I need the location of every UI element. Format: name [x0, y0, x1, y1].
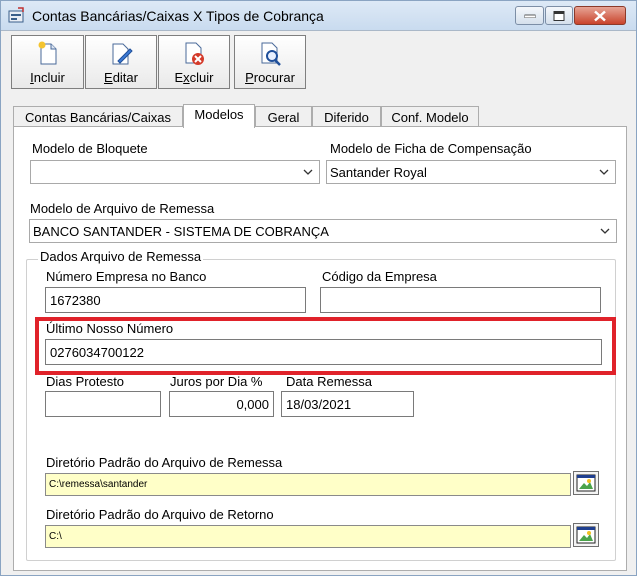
delete-document-icon: [185, 42, 204, 65]
edit-mnemonic: E: [104, 70, 113, 85]
dir-retorno-input[interactable]: C:\: [45, 525, 571, 548]
modelo-arquivo-select[interactable]: BANCO SANTANDER - SISTEMA DE COBRANÇA: [29, 219, 617, 243]
search-mnemonic: P: [245, 70, 254, 85]
search-label: rocurar: [253, 70, 295, 85]
numero-empresa-input[interactable]: 1672380: [45, 287, 306, 313]
minimize-icon: [524, 14, 535, 18]
codigo-empresa-label: Código da Empresa: [322, 269, 437, 284]
modelo-arquivo-label: Modelo de Arquivo de Remessa: [30, 201, 215, 216]
dir-retorno-label: Diretório Padrão do Arquivo de Retorno: [46, 507, 274, 522]
include-label: ncluir: [33, 70, 65, 85]
close-button[interactable]: [574, 6, 626, 25]
ultimo-nosso-numero-label: Último Nosso Número: [46, 321, 174, 336]
edit-document-icon: [112, 43, 133, 65]
maximize-button[interactable]: [545, 6, 573, 25]
edit-label: ditar: [112, 70, 138, 85]
search-button[interactable]: Procurar: [234, 35, 306, 89]
dir-remessa-input[interactable]: C:\remessa\santander: [45, 473, 571, 496]
dir-remessa-label: Diretório Padrão do Arquivo de Remessa: [46, 455, 283, 470]
delete-label: cluir: [189, 70, 214, 85]
modelo-bloquete-select[interactable]: [30, 160, 320, 184]
tab-geral[interactable]: Geral: [255, 106, 312, 127]
delete-button[interactable]: Excluir: [158, 35, 230, 89]
chevron-down-icon: [599, 169, 609, 175]
app-icon: [8, 7, 26, 25]
maximize-icon: [553, 10, 565, 21]
chevron-down-icon: [303, 169, 313, 175]
dias-protesto-input[interactable]: [45, 391, 161, 417]
new-document-icon: [38, 41, 56, 65]
tab-diferido[interactable]: Diferido: [312, 106, 381, 127]
close-icon: [594, 10, 606, 21]
delete-label-prefix: E: [174, 70, 184, 85]
tab-conf-modelo[interactable]: Conf. Modelo: [381, 106, 479, 127]
modelo-ficha-select[interactable]: Santander Royal: [326, 160, 616, 184]
minimize-button[interactable]: [515, 6, 544, 25]
codigo-empresa-input[interactable]: [320, 287, 601, 313]
tab-contas-bancarias[interactable]: Contas Bancárias/Caixas: [13, 106, 183, 127]
browse-remessa-button[interactable]: [573, 471, 599, 495]
folder-browse-icon: [576, 474, 596, 492]
search-document-icon: [261, 42, 281, 66]
numero-empresa-label: Número Empresa no Banco: [46, 269, 207, 284]
juros-dia-input[interactable]: 0,000: [169, 391, 274, 417]
window-title: Contas Bancárias/Caixas X Tipos de Cobra…: [32, 8, 324, 24]
include-button[interactable]: Incluir: [11, 35, 84, 89]
browse-retorno-button[interactable]: [573, 523, 599, 547]
modelo-bloquete-label: Modelo de Bloquete: [32, 141, 148, 156]
folder-browse-icon: [576, 526, 596, 544]
modelo-ficha-label: Modelo de Ficha de Compensação: [330, 141, 532, 156]
edit-button[interactable]: Editar: [85, 35, 157, 89]
data-remessa-input[interactable]: 18/03/2021: [281, 391, 414, 417]
tab-modelos[interactable]: Modelos: [183, 104, 255, 128]
modelo-ficha-value: Santander Royal: [330, 165, 427, 180]
chevron-down-icon: [600, 228, 610, 234]
modelo-arquivo-value: BANCO SANTANDER - SISTEMA DE COBRANÇA: [33, 224, 329, 239]
main-window: Contas Bancárias/Caixas X Tipos de Cobra…: [0, 0, 637, 576]
data-remessa-label: Data Remessa: [286, 374, 372, 389]
title-bar: Contas Bancárias/Caixas X Tipos de Cobra…: [1, 1, 636, 31]
juros-dia-label: Juros por Dia %: [170, 374, 263, 389]
dados-arquivo-group-title: Dados Arquivo de Remessa: [38, 249, 204, 264]
dias-protesto-label: Dias Protesto: [46, 374, 125, 389]
ultimo-nosso-numero-input[interactable]: 0276034700122: [45, 339, 602, 365]
